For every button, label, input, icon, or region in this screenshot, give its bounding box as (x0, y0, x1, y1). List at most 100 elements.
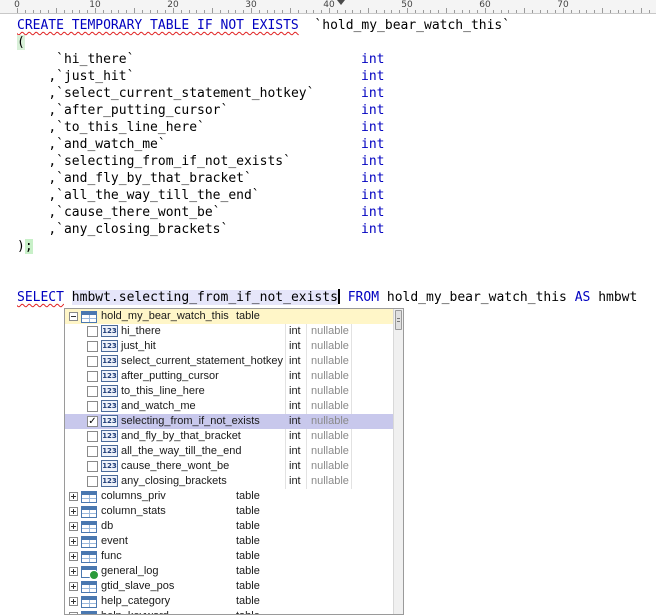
ruler-tick (118, 10, 120, 13)
expand-icon[interactable] (69, 537, 78, 546)
column-checkbox[interactable] (87, 326, 98, 337)
ruler-tick (180, 10, 182, 13)
column-name: just_hit (121, 340, 156, 352)
column-checkbox[interactable] (87, 356, 98, 367)
table-icon (81, 521, 97, 533)
column-definition-name: `after_putting_cursor` (56, 103, 229, 118)
column-checkbox[interactable] (87, 461, 98, 472)
column-nullable: nullable (311, 460, 349, 472)
popup-scrollbar[interactable] (393, 309, 403, 614)
expand-icon[interactable] (69, 567, 78, 576)
expand-icon[interactable] (69, 582, 78, 591)
column-definition-name: `just_hit` (56, 69, 135, 84)
popup-column-row[interactable]: 123 select_current_statement_hotkey int nul… (65, 354, 395, 369)
ruler-tick (399, 10, 401, 13)
popup-column-row[interactable]: 123 hi_there int nullable (65, 324, 395, 339)
check-icon: ✓ (88, 416, 97, 427)
column-checkbox[interactable] (87, 341, 98, 352)
ruler-tick (32, 10, 34, 13)
column-definition-type: int (361, 86, 385, 101)
popup-table-row[interactable]: gtid_slave_pos table (65, 579, 395, 594)
column-type: int (289, 400, 301, 412)
popup-table-row[interactable]: general_log table (65, 564, 395, 580)
column-checkbox[interactable] (87, 446, 98, 457)
ruler-tick (500, 10, 502, 13)
column-name: cause_there_wont_be (121, 460, 230, 472)
table-kind: table (236, 550, 260, 562)
table-kind: table (236, 580, 260, 592)
ruler-tick (235, 10, 237, 13)
ruler-tick (243, 10, 245, 13)
popup-column-row[interactable]: 123 and_watch_me int nullable (65, 399, 395, 414)
collapse-icon[interactable] (69, 312, 78, 321)
popup-table-row[interactable]: db table (65, 519, 395, 534)
log-table-icon (81, 566, 99, 580)
ruler-tick (313, 10, 315, 13)
editor-line-create: CREATE TEMPORARY TABLE IF NOT EXISTS `ho… (17, 17, 510, 34)
popup-table-row[interactable]: help_category table (65, 594, 395, 609)
column-prefix: , (48, 222, 57, 237)
popup-table-row[interactable]: column_stats table (65, 504, 395, 519)
expand-icon[interactable] (69, 492, 78, 501)
popup-column-row[interactable]: 123 just_hit int nullable (65, 339, 395, 354)
expand-icon[interactable] (69, 552, 78, 561)
table-name: help_category (101, 595, 171, 607)
popup-column-row[interactable]: 123 after_putting_cursor int nullable (65, 369, 395, 384)
column-type: int (289, 445, 301, 457)
ruler-label: 20 (167, 0, 179, 10)
column-type: int (289, 325, 301, 337)
ruler-tick (79, 10, 81, 13)
popup-table-row[interactable]: help_keyword table (65, 609, 395, 614)
ruler-tick (157, 10, 159, 13)
column-checkbox[interactable] (87, 476, 98, 487)
ruler-tick (297, 10, 299, 13)
column-nullable: nullable (311, 475, 349, 487)
column-definition-type: int (361, 137, 385, 152)
popup-column-row[interactable]: 123 all_the_way_till_the_end int nullable (65, 444, 395, 459)
column-definition-type: int (361, 69, 385, 84)
ruler-label: 0 (14, 0, 20, 10)
popup-column-row[interactable]: ✓ 123 selecting_from_if_not_exists int nulla… (65, 414, 395, 429)
table-kind: table (236, 490, 260, 502)
popup-column-row[interactable]: 123 cause_there_wont_be int nullable (65, 459, 395, 474)
popup-table-header-row[interactable]: hold_my_bear_watch_this table (65, 309, 395, 324)
popup-column-row[interactable]: 123 any_closing_brackets int nullable (65, 474, 395, 489)
column-prefix: , (48, 69, 57, 84)
column-checkbox[interactable] (87, 431, 98, 442)
expand-icon[interactable] (69, 597, 78, 606)
column-definition-type: int (361, 52, 385, 67)
column-name: and_watch_me (121, 400, 196, 412)
popup-table-row[interactable]: columns_priv table (65, 489, 395, 504)
column-definition-name: `hi_there` (56, 52, 135, 67)
numeric-column-icon: 123 (101, 385, 118, 397)
column-checkbox[interactable]: ✓ (87, 416, 98, 427)
ruler-tick (368, 8, 369, 13)
column-definition-name: `selecting_from_if_not_exists` (56, 154, 291, 169)
ruler-tick (422, 10, 424, 13)
column-checkbox[interactable] (87, 386, 98, 397)
ruler-tick (87, 10, 89, 13)
editor-line-column: ,`just_hit` (17, 68, 134, 85)
column-checkbox[interactable] (87, 371, 98, 382)
column-prefix: , (48, 154, 57, 169)
ruler-tick (602, 8, 603, 13)
ruler-tick (321, 10, 323, 13)
column-checkbox[interactable] (87, 401, 98, 412)
popup-column-row[interactable]: 123 to_this_line_here int nullable (65, 384, 395, 399)
expand-icon[interactable] (69, 507, 78, 516)
column-type: int (289, 430, 301, 442)
popup-table-row[interactable]: func table (65, 549, 395, 564)
numeric-column-icon: 123 (101, 430, 118, 442)
popup-table-row[interactable]: event table (65, 534, 395, 549)
table-kind: table (236, 595, 260, 607)
ruler-tick (539, 10, 541, 13)
autocomplete-popup[interactable]: hold_my_bear_watch_this table 123 hi_ther… (64, 308, 404, 615)
ruler-tick (578, 10, 580, 13)
ruler-tick (360, 10, 362, 13)
popup-column-row[interactable]: 123 and_fly_by_that_bracket int nullable (65, 429, 395, 444)
editor-line-column: ,`to_this_line_here` (17, 119, 205, 136)
ruler-tick (508, 10, 510, 13)
scrollbar-thumb[interactable] (395, 310, 402, 330)
expand-icon[interactable] (69, 522, 78, 531)
column-definition-type: int (361, 103, 385, 118)
